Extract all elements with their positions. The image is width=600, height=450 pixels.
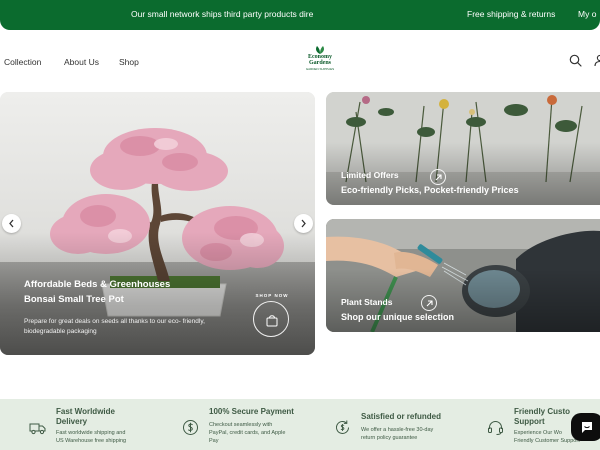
feature-description: Experience Our Wo Friendly Customer Supp… — [514, 429, 580, 445]
hero-description: Prepare for great deals on seeds all tha… — [24, 318, 205, 335]
promo-card-plant-stands[interactable]: Plant Stands Shop our unique selection — [326, 219, 600, 332]
chevron-right-icon — [301, 219, 306, 228]
search-icon[interactable] — [569, 54, 582, 67]
arrow-up-right-icon — [426, 300, 433, 307]
feature-title-line: Delivery — [56, 417, 88, 426]
carousel-next-button[interactable] — [294, 214, 313, 233]
feature-desc-line: Fast worldwide shipping and — [56, 430, 126, 436]
shopping-bag-icon — [266, 315, 278, 327]
card-title: Shop our unique selection — [341, 312, 455, 322]
chat-button[interactable] — [571, 413, 600, 441]
feature-desc-line: Pay — [209, 438, 219, 444]
feature-description: Checkout seamlessly with PayPal, credit … — [209, 421, 285, 445]
feature-title: Fast Worldwide Delivery — [56, 407, 115, 427]
feature-title: Friendly Custo Support — [514, 407, 570, 427]
nav-link-shop[interactable]: Shop — [119, 57, 139, 67]
carousel-prev-button[interactable] — [2, 214, 21, 233]
feature-desc-line: Experience Our Wo — [514, 430, 562, 436]
card-arrow-button[interactable] — [421, 295, 437, 311]
site-logo[interactable]: Economy Gardens GARDEN SUPPLIES — [300, 46, 340, 72]
chevron-left-icon — [9, 219, 14, 228]
feature-desc-line: US Warehouse free shipping — [56, 438, 127, 444]
refund-icon — [336, 420, 349, 434]
promo-card-limited-offers[interactable]: Limited Offers Eco-friendly Picks, Pocke… — [326, 92, 600, 205]
headset-icon — [488, 421, 503, 435]
feature-description: We offer a hassle-free 30-day return pol… — [361, 426, 433, 442]
feature-title-line: Friendly Custo — [514, 407, 571, 416]
hero-banner[interactable]: Affordable Beds & Greenhouses Bonsai Sma… — [0, 92, 315, 355]
features-strip: Fast Worldwide Delivery Fast worldwide s… — [0, 399, 600, 450]
nav-link-about-us[interactable]: About Us — [64, 57, 99, 67]
feature-title: Satisfied or refunded — [361, 412, 442, 421]
card-label: Plant Stands — [341, 297, 393, 307]
announcement-text[interactable]: Free shipping & returns — [467, 9, 555, 19]
site-header: Collection About Us Shop Economy Gardens… — [0, 30, 600, 92]
dollar-icon — [183, 420, 198, 435]
feature-desc-line: return policy guarantee — [361, 435, 418, 441]
hero-title: Bonsai Small Tree Pot — [24, 294, 124, 305]
logo-text: Gardens — [308, 60, 331, 66]
feature-description: Fast worldwide shipping and US Warehouse… — [56, 429, 126, 445]
feature-desc-line: Friendly Customer Support — [514, 438, 580, 444]
announcement-text[interactable]: My o — [578, 9, 596, 19]
announcement-bar: Our small network ships third party prod… — [0, 0, 600, 30]
truck-icon — [29, 423, 46, 435]
feature-desc-line: We offer a hassle-free 30-day — [361, 427, 434, 433]
logo-tagline: GARDEN SUPPLIES — [305, 67, 335, 71]
card-title: Eco-friendly Picks, Pocket-friendly Pric… — [341, 185, 519, 195]
hero-subtitle: Affordable Beds & Greenhouses — [24, 279, 171, 290]
feature-title: 100% Secure Payment — [209, 407, 294, 416]
shop-now-text: SHOP NOW — [255, 293, 289, 298]
announcement-text: Our small network ships third party prod… — [131, 9, 314, 19]
card-arrow-button[interactable] — [430, 169, 446, 185]
card-label: Limited Offers — [341, 170, 399, 180]
shop-now-badge[interactable]: SHOP NOW — [253, 293, 289, 337]
account-icon[interactable] — [594, 54, 600, 67]
feature-title-line: Support — [514, 417, 545, 426]
feature-desc-line: PayPal, credit cards, and Apple — [209, 430, 286, 436]
arrow-up-right-icon — [435, 174, 442, 181]
feature-title-line: Fast Worldwide — [56, 407, 115, 416]
feature-desc-line: Checkout seamlessly with — [209, 422, 273, 428]
leaf-icon — [316, 46, 324, 54]
chat-icon — [582, 422, 592, 433]
nav-link-collection[interactable]: Collection — [4, 57, 41, 67]
